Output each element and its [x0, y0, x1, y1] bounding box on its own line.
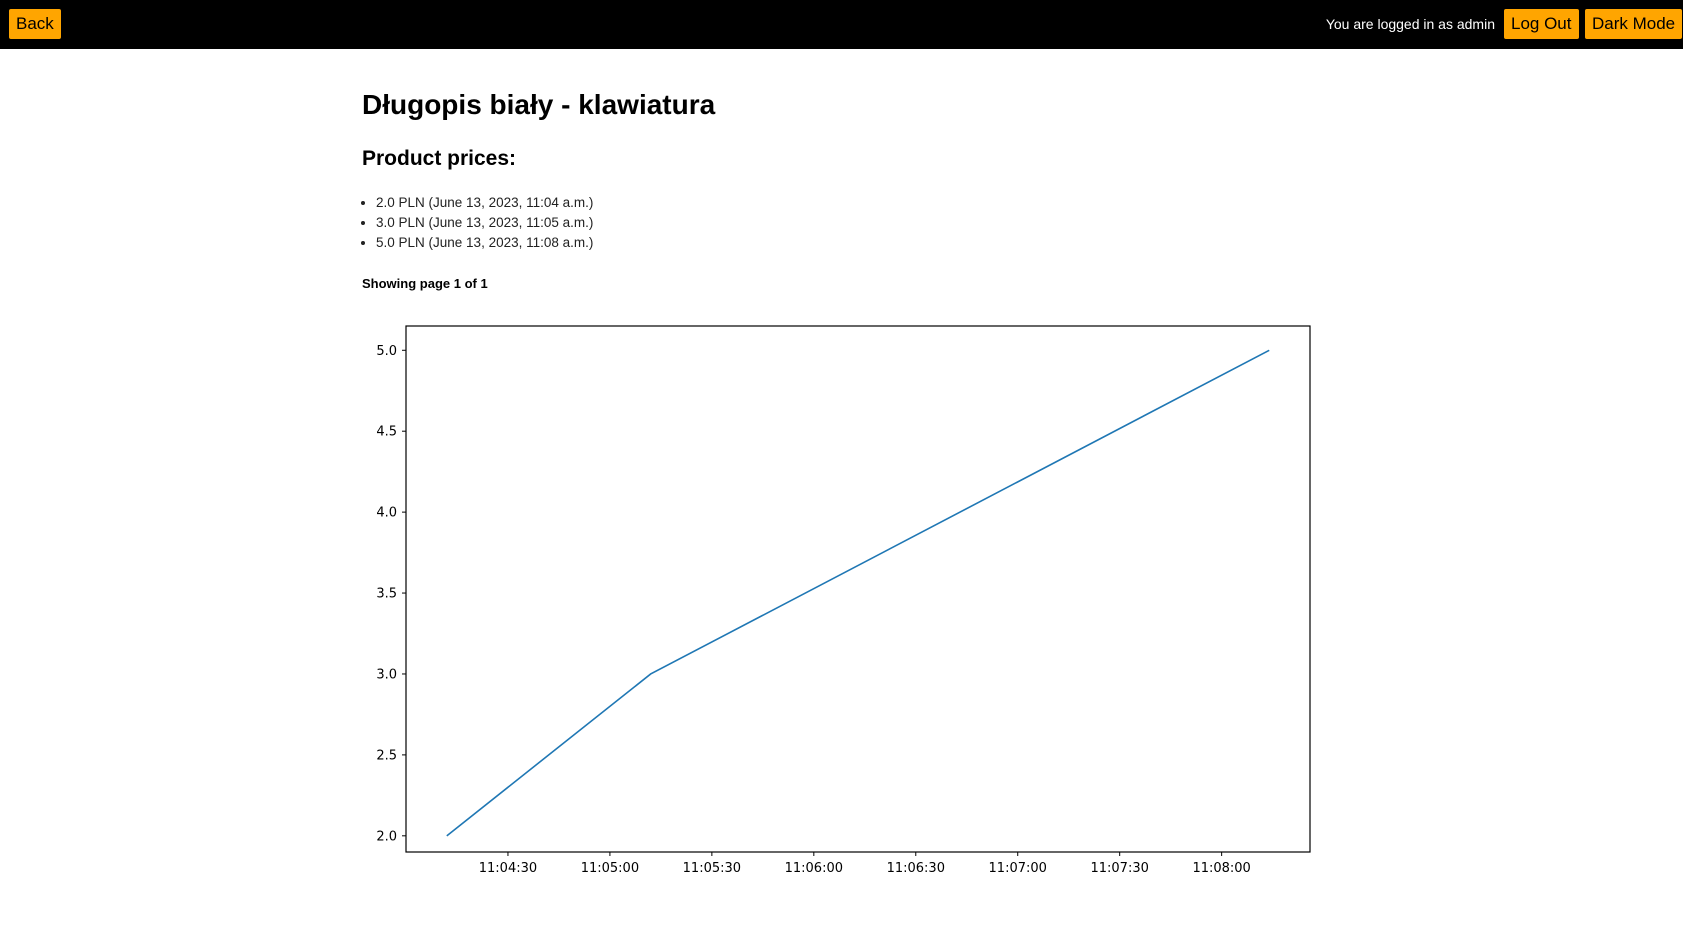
- price-item: 3.0 PLN (June 13, 2023, 11:05 a.m.): [376, 213, 593, 233]
- y-tick-label: 4.5: [376, 425, 397, 440]
- logout-button[interactable]: Log Out: [1504, 9, 1579, 39]
- price-list: 2.0 PLN (June 13, 2023, 11:04 a.m.) 3.0 …: [362, 193, 593, 253]
- x-tick-label: 11:06:30: [887, 861, 945, 876]
- price-line: [446, 349, 1270, 837]
- x-tick-label: 11:08:00: [1192, 861, 1250, 876]
- prices-heading: Product prices:: [362, 147, 517, 170]
- dark-mode-button[interactable]: Dark Mode: [1585, 9, 1683, 39]
- login-status-text: You are logged in as admin: [1325, 16, 1495, 32]
- x-tick-label: 11:04:30: [479, 861, 537, 876]
- price-item: 5.0 PLN (June 13, 2023, 11:08 a.m.): [376, 233, 593, 253]
- page-title: Długopis biały - klawiatura: [362, 89, 716, 120]
- y-tick-label: 4.0: [376, 506, 397, 521]
- y-tick-label: 2.0: [376, 829, 397, 844]
- back-button[interactable]: Back: [9, 9, 61, 39]
- y-tick-label: 3.0: [376, 667, 397, 682]
- pagination-status: Showing page 1 of 1: [362, 276, 488, 291]
- y-tick-label: 3.5: [376, 587, 397, 602]
- top-navigation-bar: Back You are logged in as admin Log Out …: [0, 0, 1683, 49]
- plot-frame: [405, 325, 1311, 853]
- x-tick-label: 11:07:30: [1090, 861, 1148, 876]
- x-tick-label: 11:06:00: [785, 861, 843, 876]
- y-tick-label: 2.5: [376, 748, 397, 763]
- price-item: 2.0 PLN (June 13, 2023, 11:04 a.m.): [376, 193, 593, 213]
- x-tick-label: 11:05:00: [581, 861, 639, 876]
- x-tick-label: 11:05:30: [683, 861, 741, 876]
- price-history-chart: 2.0 2.5 3.0 3.5 4.0 4.5 5.0 11:04:30 11:05:00 11:…: [376, 325, 1311, 876]
- x-tick-label: 11:07:00: [989, 861, 1047, 876]
- y-tick-label: 5.0: [376, 344, 397, 359]
